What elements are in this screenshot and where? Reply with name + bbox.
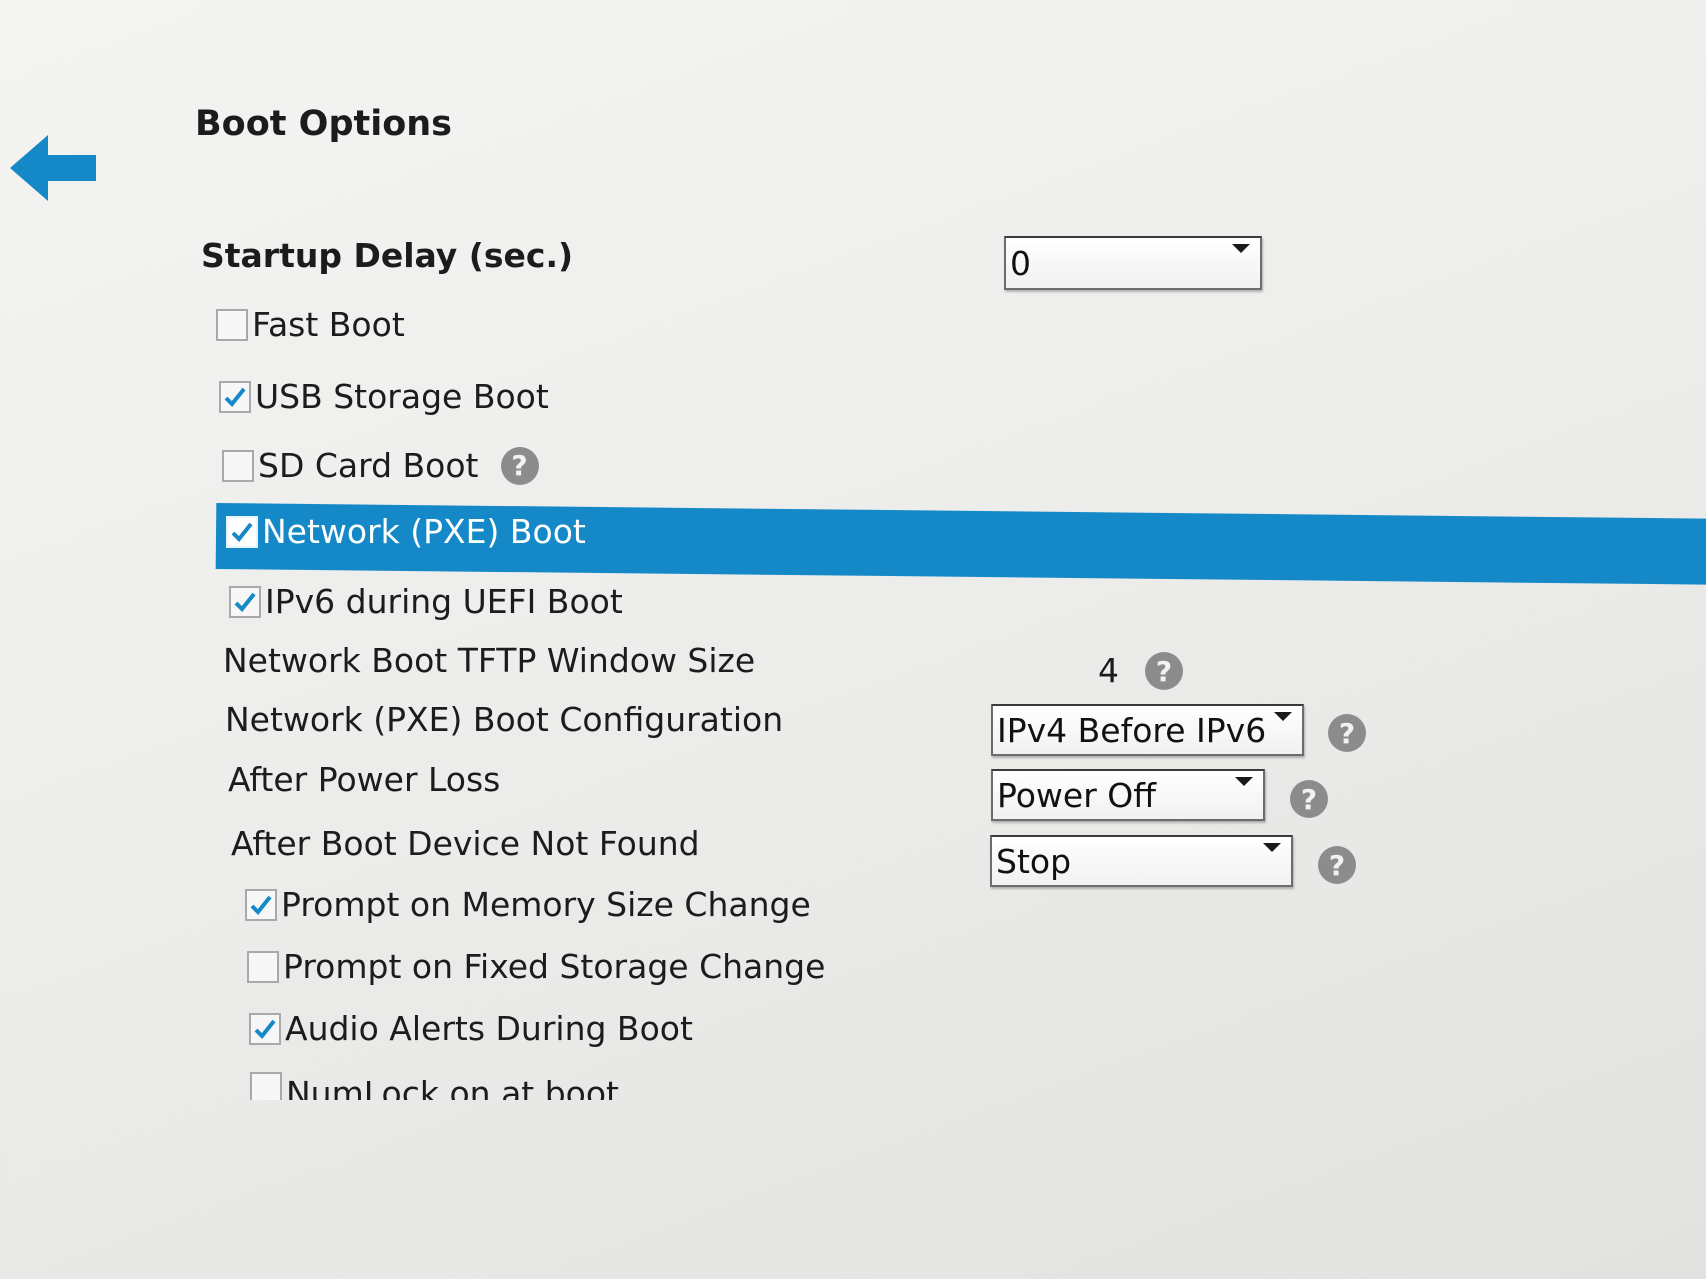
- usb-storage-boot-checkbox[interactable]: [219, 380, 251, 413]
- numlock-checkbox[interactable]: [250, 1072, 282, 1100]
- checkmark-icon: [254, 1019, 276, 1039]
- chevron-down-icon: [1232, 244, 1250, 253]
- chevron-down-icon: [1263, 843, 1281, 852]
- ipv6-uefi-boot-checkbox[interactable]: [229, 585, 261, 618]
- usb-storage-boot-option[interactable]: USB Storage Boot: [219, 377, 549, 416]
- tftp-window-size-label: Network Boot TFTP Window Size: [223, 641, 756, 680]
- device-not-found-label: After Boot Device Not Found: [231, 824, 700, 863]
- ipv6-uefi-boot-label: IPv6 during UEFI Boot: [265, 582, 623, 621]
- audio-alerts-checkbox[interactable]: [249, 1012, 281, 1045]
- device-not-found-dropdown[interactable]: Stop: [990, 835, 1293, 887]
- prompt-memory-size-label: Prompt on Memory Size Change: [281, 885, 811, 924]
- device-not-found-value: Stop: [996, 841, 1072, 881]
- pxe-config-help-icon[interactable]: ?: [1328, 714, 1366, 752]
- sd-card-help-icon[interactable]: ?: [500, 446, 539, 485]
- fast-boot-option[interactable]: Fast Boot: [216, 305, 405, 344]
- tftp-help-icon[interactable]: ?: [1145, 652, 1183, 690]
- checkmark-icon: [250, 895, 272, 915]
- power-loss-dropdown[interactable]: Power Off: [991, 769, 1265, 821]
- network-pxe-boot-label: Network (PXE) Boot: [262, 512, 586, 551]
- usb-storage-boot-label: USB Storage Boot: [255, 377, 549, 416]
- tftp-window-size-value[interactable]: 4: [1098, 651, 1119, 690]
- sd-card-boot-label: SD Card Boot: [258, 446, 479, 485]
- sd-card-boot-checkbox[interactable]: [222, 449, 254, 482]
- audio-alerts-option[interactable]: Audio Alerts During Boot: [249, 1009, 693, 1048]
- numlock-option[interactable]: NumLock on at boot: [250, 1070, 619, 1100]
- checkmark-icon: [231, 522, 253, 542]
- page-title: Boot Options: [195, 104, 453, 144]
- chevron-down-icon: [1274, 712, 1292, 721]
- chevron-down-icon: [1235, 777, 1253, 786]
- audio-alerts-label: Audio Alerts During Boot: [285, 1009, 693, 1048]
- sd-card-boot-option[interactable]: SD Card Boot ?: [222, 446, 539, 485]
- pxe-config-label: Network (PXE) Boot Configuration: [225, 700, 784, 739]
- startup-delay-dropdown[interactable]: 0: [1004, 236, 1262, 290]
- prompt-memory-size-checkbox[interactable]: [245, 888, 277, 921]
- prompt-fixed-storage-checkbox[interactable]: [247, 950, 279, 983]
- startup-delay-value: 0: [1010, 243, 1031, 283]
- prompt-fixed-storage-label: Prompt on Fixed Storage Change: [283, 947, 826, 986]
- pxe-config-dropdown[interactable]: IPv4 Before IPv6: [991, 704, 1304, 756]
- device-not-found-help-icon[interactable]: ?: [1318, 846, 1356, 884]
- power-loss-help-icon[interactable]: ?: [1290, 780, 1328, 818]
- numlock-label: NumLock on at boot: [286, 1074, 619, 1100]
- checkmark-icon: [234, 592, 256, 612]
- startup-delay-label: Startup Delay (sec.): [201, 236, 574, 275]
- fast-boot-checkbox[interactable]: [216, 308, 248, 341]
- back-arrow-icon[interactable]: [10, 135, 96, 201]
- power-loss-label: After Power Loss: [228, 760, 501, 799]
- checkmark-icon: [224, 387, 246, 407]
- ipv6-uefi-boot-option[interactable]: IPv6 during UEFI Boot: [229, 582, 623, 621]
- power-loss-value: Power Off: [997, 775, 1156, 815]
- network-pxe-boot-option[interactable]: Network (PXE) Boot: [226, 512, 586, 551]
- fast-boot-label: Fast Boot: [252, 305, 405, 344]
- network-pxe-boot-checkbox[interactable]: [226, 515, 258, 548]
- pxe-config-value: IPv4 Before IPv6: [997, 710, 1267, 750]
- prompt-fixed-storage-option[interactable]: Prompt on Fixed Storage Change: [247, 947, 825, 986]
- prompt-memory-size-option[interactable]: Prompt on Memory Size Change: [245, 885, 811, 924]
